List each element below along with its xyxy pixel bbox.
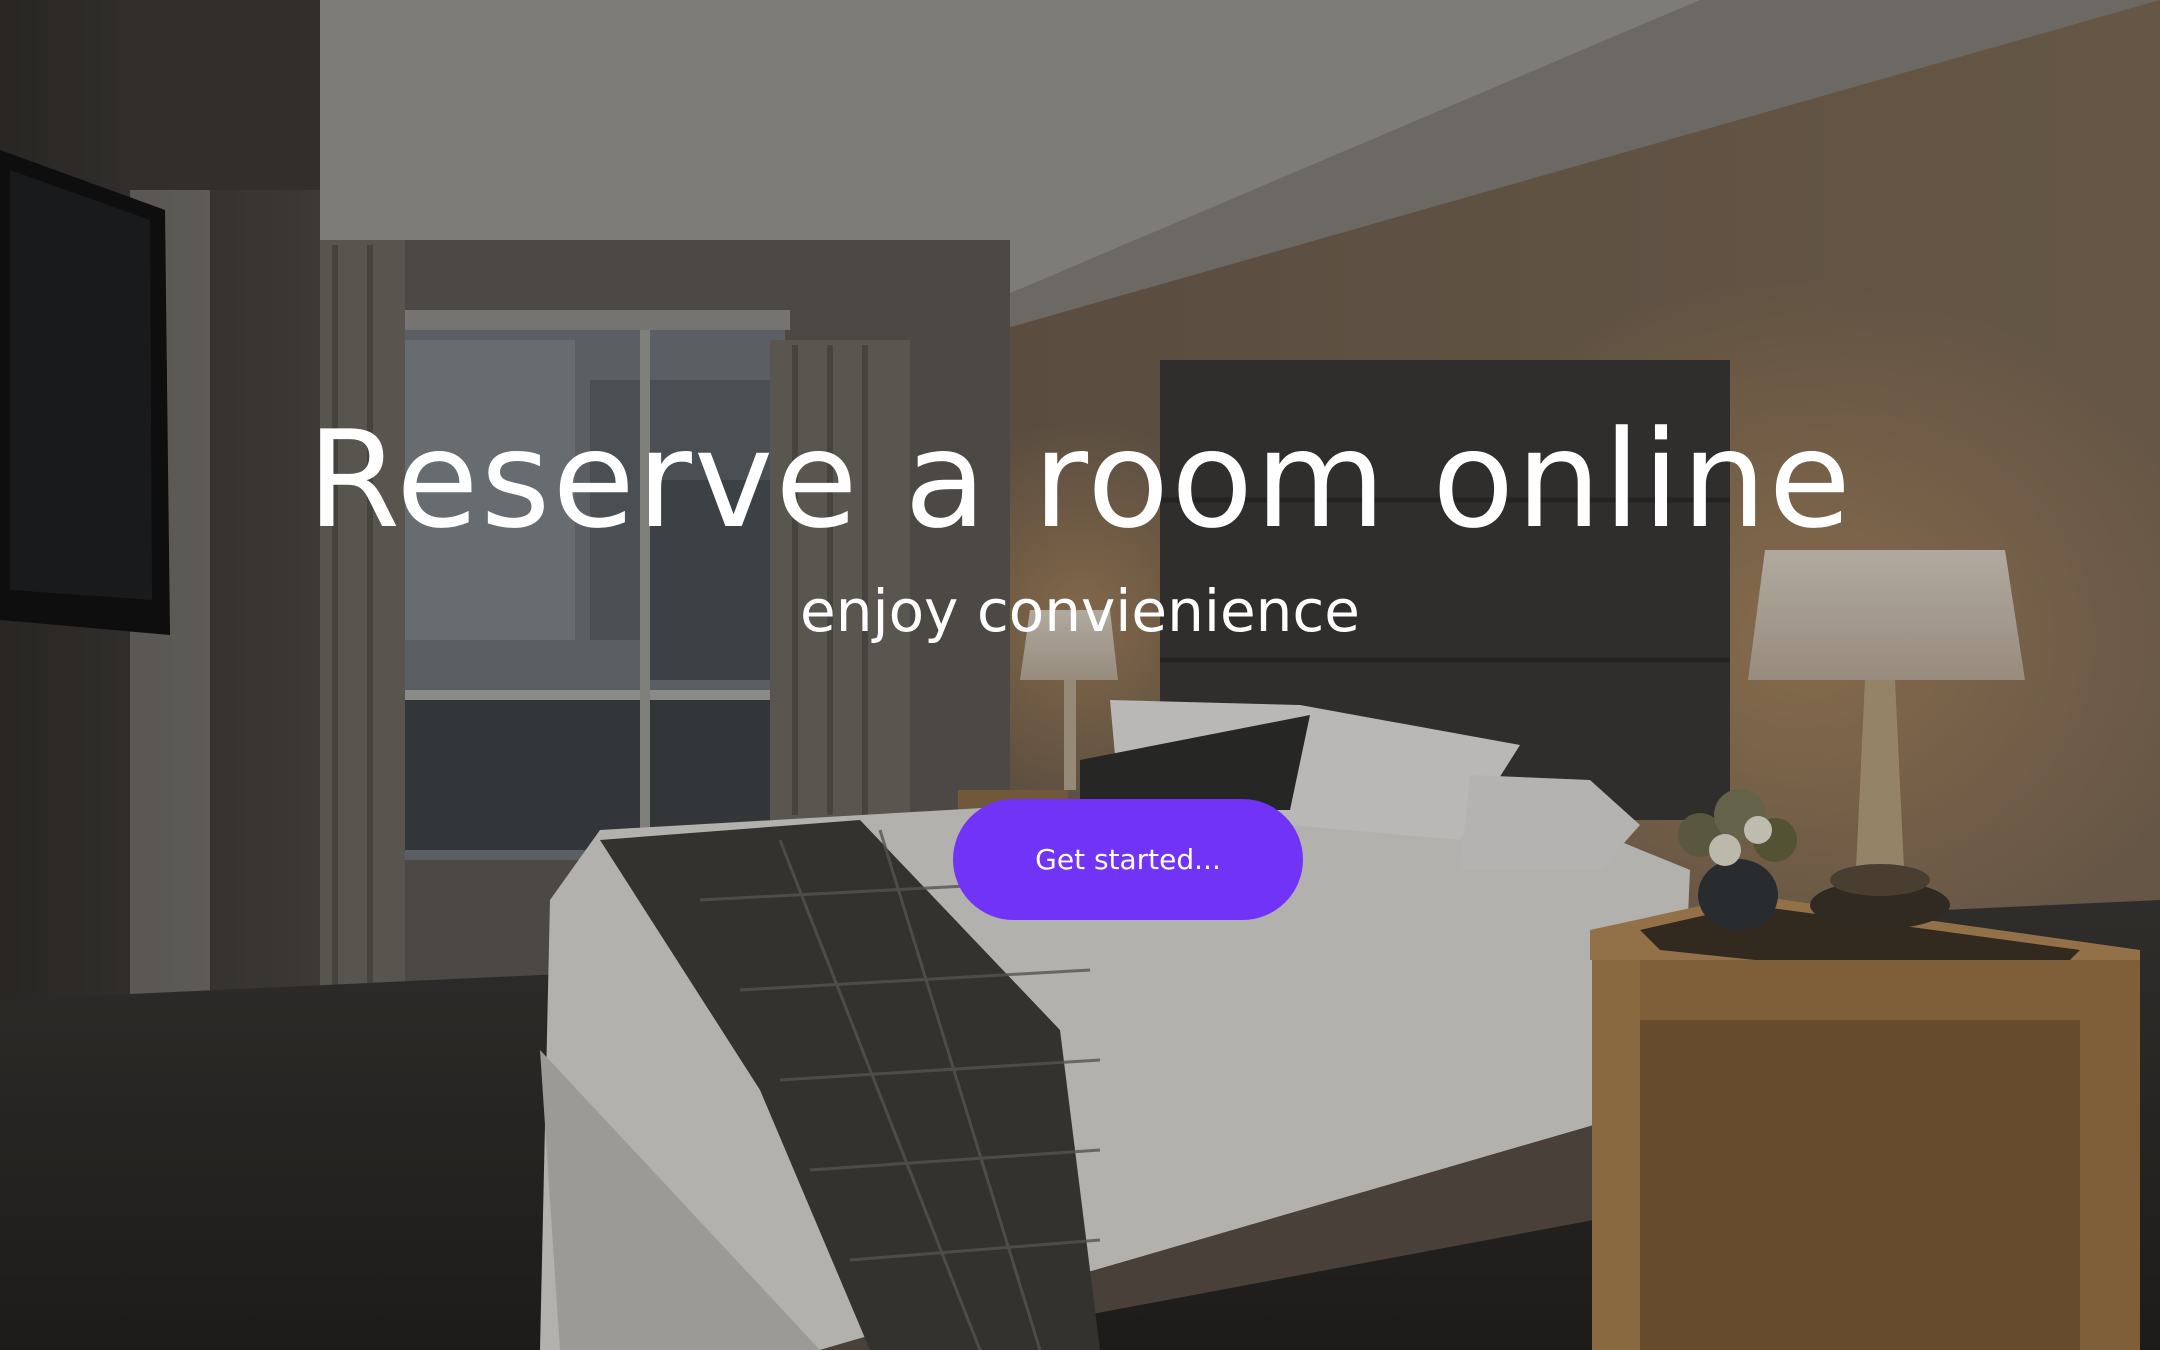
hero-title: Reserve a room online (307, 402, 1853, 558)
hero-content: Reserve a room online enjoy convienience… (0, 0, 2160, 1350)
hero-section: Reserve a room online enjoy convienience… (0, 0, 2160, 1350)
get-started-button[interactable]: Get started... (953, 799, 1303, 920)
hero-subtitle: enjoy convienience (800, 577, 1360, 645)
